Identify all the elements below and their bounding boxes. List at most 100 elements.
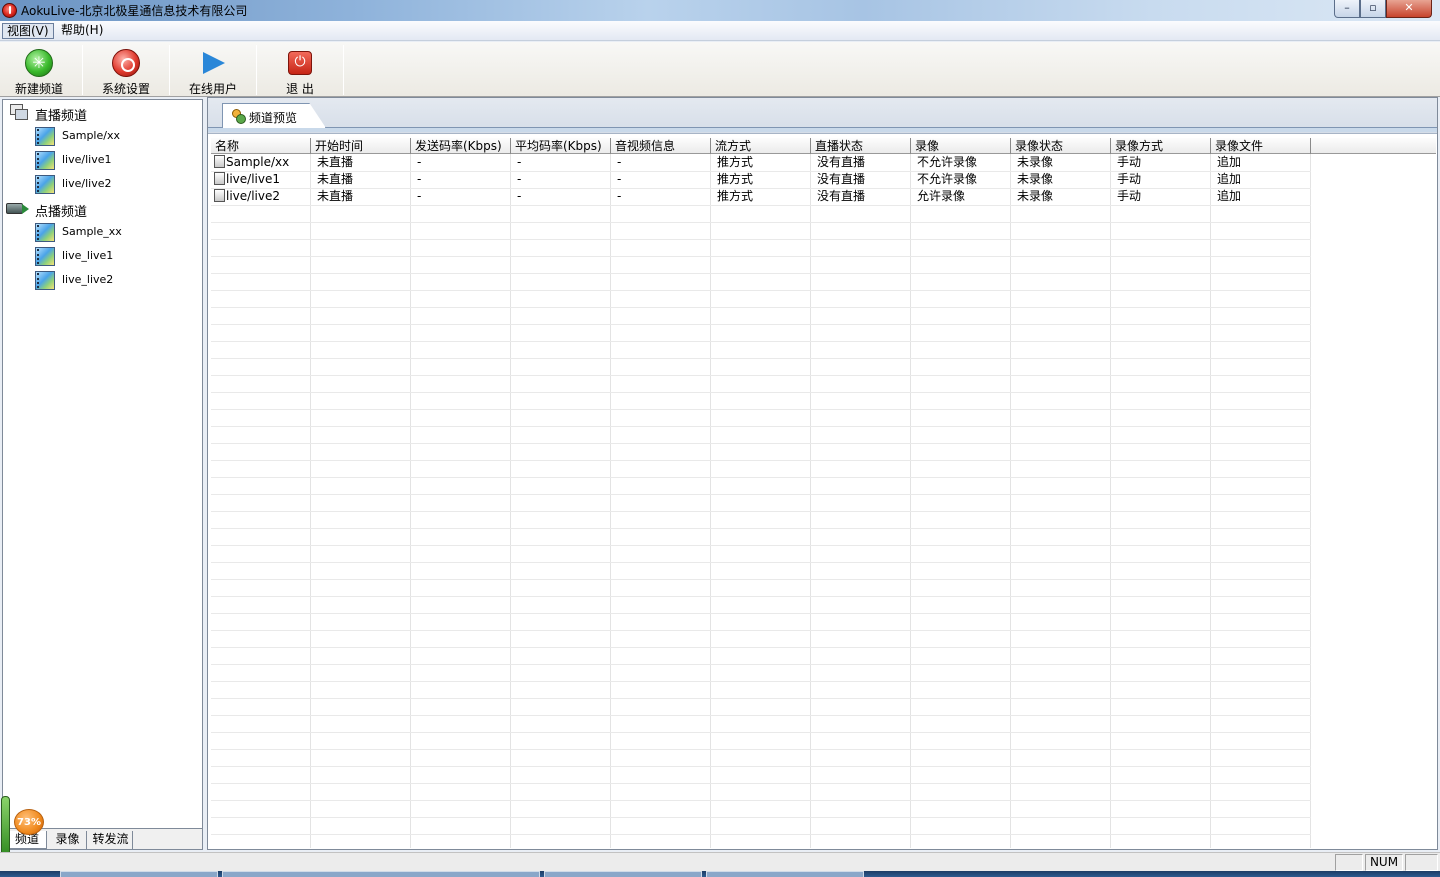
table-row[interactable]: live/live1 未直播 - - - 推方式 没有直播 不允许录像 未录像 手动 追加 (211, 171, 1311, 188)
stream-doc-icon (214, 172, 225, 185)
table-cell: 追加 (1217, 172, 1242, 186)
table-cell: 推方式 (717, 155, 754, 169)
document-tab-strip: 频道预览 (208, 98, 1437, 134)
table-cell: 追加 (1217, 189, 1242, 203)
tab-channel-preview[interactable]: 频道预览 (222, 103, 326, 128)
table-cell: 不允许录像 (917, 172, 978, 186)
window-title: AokuLive-北京北极星通信息技术有限公司 (21, 4, 248, 18)
column-header[interactable]: 录像状态 (1011, 138, 1111, 154)
table-cell: 手动 (1117, 172, 1142, 186)
stream-doc-icon (214, 189, 225, 202)
video-camera-icon (6, 200, 30, 216)
grid-line (211, 783, 1311, 784)
maximize-button[interactable]: ▫ (1360, 0, 1386, 18)
tree-node-label: Sample_xx (62, 225, 122, 238)
new-channel-label: 新建频道 (14, 82, 63, 96)
column-header[interactable]: 音视频信息 (611, 138, 711, 154)
play-icon (203, 52, 225, 74)
taskbar-button[interactable] (60, 871, 218, 877)
grid-line (1310, 154, 1311, 848)
grid-line (211, 528, 1311, 529)
menu-view[interactable]: 视图(V) (2, 23, 54, 39)
tab-recordings[interactable]: 录像 (49, 831, 87, 849)
close-button[interactable]: ✕ (1386, 0, 1432, 18)
grid-line (211, 664, 1311, 665)
grid-line (910, 154, 911, 848)
minimize-button[interactable]: – (1334, 0, 1360, 18)
title-bar: AokuLive-北京北极星通信息技术有限公司 – ▫ ✕ (0, 0, 1440, 21)
grid-line (211, 460, 1311, 461)
film-icon (35, 247, 55, 266)
grid-line (211, 273, 1311, 274)
column-header[interactable]: 开始时间 (311, 138, 411, 154)
grid-line (310, 154, 311, 848)
grid-line (211, 545, 1311, 546)
channel-grid: 名称 开始时间 发送码率(Kbps) 平均码率(Kbps) 音视频信息 流方式 直播状态 录像… (211, 138, 1436, 848)
exit-button[interactable]: 退 出 (257, 42, 343, 97)
table-cell: 手动 (1117, 155, 1142, 169)
taskbar-button[interactable] (706, 871, 864, 877)
grid-line (211, 426, 1311, 427)
system-settings-button[interactable]: 系统设置 (83, 42, 169, 97)
exit-icon (288, 51, 312, 75)
tree-node-label: Sample/xx (62, 129, 120, 142)
stream-name: live/live2 (226, 189, 280, 203)
table-row[interactable]: Sample/xx 未直播 - - - 推方式 没有直播 不允许录像 未录像 手动 追加 (211, 154, 1311, 171)
grid-line (1110, 154, 1111, 848)
grid-line (1010, 154, 1011, 848)
table-row[interactable]: live/live2 未直播 - - - 推方式 没有直播 允许录像 未录像 手动 追加 (211, 188, 1311, 205)
online-users-label: 在线用户 (188, 82, 237, 96)
settings-icon (112, 49, 140, 77)
tree-node-label: live_live2 (62, 273, 114, 286)
menu-help[interactable]: 帮助(H) (57, 23, 107, 39)
column-header[interactable]: 录像 (911, 138, 1011, 154)
grid-line (211, 817, 1311, 818)
column-header[interactable]: 直播状态 (811, 138, 911, 154)
grid-line (211, 375, 1311, 376)
table-cell: 未直播 (317, 189, 354, 203)
grid-line (610, 154, 611, 848)
table-cell: - (417, 155, 422, 169)
column-header[interactable]: 平均码率(Kbps) (511, 138, 611, 154)
table-cell: 未录像 (1017, 189, 1054, 203)
taskbar-button[interactable] (544, 871, 702, 877)
grid-line (211, 698, 1311, 699)
film-icon (35, 223, 55, 242)
table-cell: 允许录像 (917, 189, 966, 203)
users-icon (231, 109, 246, 124)
grid-line (810, 154, 811, 848)
column-header[interactable]: 流方式 (711, 138, 811, 154)
table-cell: - (417, 172, 422, 186)
column-header[interactable]: 录像文件 (1211, 138, 1311, 154)
new-channel-button[interactable]: 新建频道 (0, 42, 82, 97)
tree-node-label: 直播频道 (35, 109, 88, 124)
grid-line (211, 307, 1311, 308)
taskbar (0, 871, 1440, 877)
stream-doc-icon (214, 155, 225, 168)
toolbar: 新建频道 系统设置 在线用户 退 出 (0, 42, 1440, 97)
cpu-usage-badge: 73% (14, 809, 44, 835)
live-channels-icon (9, 103, 29, 121)
stream-name: live/live1 (226, 172, 280, 186)
online-users-button[interactable]: 在线用户 (170, 42, 256, 97)
tree-node-label: 点播频道 (35, 205, 88, 220)
menu-bar: 视图(V) 帮助(H) (0, 21, 1440, 41)
grid-line (211, 290, 1311, 291)
table-cell: 不允许录像 (917, 155, 978, 169)
status-pane (1335, 854, 1363, 871)
film-icon (35, 271, 55, 290)
table-cell: - (617, 189, 622, 203)
table-cell: 没有直播 (817, 172, 866, 186)
column-header[interactable]: 发送码率(Kbps) (411, 138, 511, 154)
tree-node-label: live_live1 (62, 249, 114, 262)
grid-line (211, 341, 1311, 342)
tab-relay-stream[interactable]: 转发流 (89, 831, 133, 849)
column-header[interactable]: 录像方式 (1111, 138, 1211, 154)
grid-line (211, 239, 1311, 240)
grid-line (211, 579, 1311, 580)
grid-line (211, 749, 1311, 750)
grid-line (211, 630, 1311, 631)
grid-line (510, 154, 511, 848)
column-header[interactable]: 名称 (211, 138, 311, 154)
taskbar-button[interactable] (222, 871, 540, 877)
